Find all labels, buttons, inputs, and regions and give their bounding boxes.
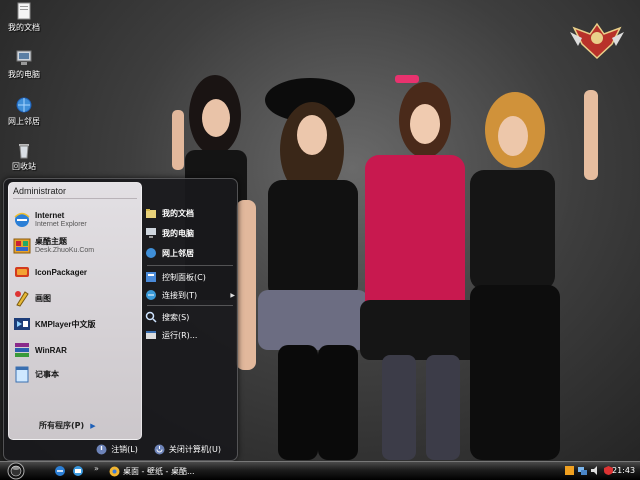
iconpackager-icon [15, 267, 29, 277]
run-icon [146, 331, 156, 339]
start-button[interactable] [5, 462, 27, 480]
theme-app-icon [13, 238, 31, 254]
browser-icon [109, 466, 120, 476]
desktop-icon-label: 我的电脑 [8, 70, 40, 79]
winrar-icon [15, 343, 29, 357]
program-name: IconPackager [35, 267, 88, 277]
internet-explorer-icon[interactable] [54, 465, 66, 477]
program-subtitle: Internet Explorer [35, 221, 87, 228]
desktop-icon-label: 回收站 [12, 162, 36, 171]
places-item-run[interactable]: 运行(R)... [145, 327, 235, 343]
all-programs-button[interactable]: 所有程序(P) ▶ [39, 420, 96, 431]
taskbar-clock[interactable]: 21:43 [612, 466, 635, 475]
program-kmplayer[interactable]: KMPlayer中文版 [13, 313, 141, 335]
places-item-label: 控制面板(C) [162, 272, 206, 282]
program-name: 记事本 [35, 369, 59, 379]
divider [147, 265, 233, 266]
wallpaper-figure-4 [470, 90, 598, 460]
start-menu-programs-pane: Administrator Internet Internet Explorer… [8, 182, 142, 440]
places-item-search[interactable]: 搜索(S) [145, 309, 235, 325]
desktop-icon-label: 网上邻居 [8, 117, 40, 126]
start-menu-footer: 注销(L) 关闭计算机(U) [4, 438, 237, 460]
notepad-icon [15, 366, 29, 383]
places-item-my-computer[interactable]: 我的电脑 [145, 225, 235, 241]
program-iconpackager[interactable]: IconPackager [13, 261, 141, 283]
program-subtitle: Desk.ZhuoKu.Com [35, 247, 95, 254]
places-item-my-documents[interactable]: 我的文档 [145, 205, 235, 221]
my-computer-icon [16, 50, 32, 65]
program-name: KMPlayer中文版 [35, 319, 96, 329]
program-paint[interactable]: 画图 [13, 287, 141, 309]
program-name: 画图 [35, 293, 51, 303]
places-item-label: 运行(R)... [162, 330, 198, 340]
tray-app-icon[interactable] [564, 465, 575, 476]
user-name: Administrator [13, 186, 67, 196]
system-tray [564, 465, 614, 476]
network-icon [146, 248, 156, 258]
wallpaper-figure-2 [258, 78, 368, 460]
places-item-network[interactable]: 网上邻居 [145, 245, 235, 261]
connect-icon [146, 290, 156, 300]
places-item-connect-to[interactable]: 连接到(T) ▶ [145, 287, 235, 303]
program-internet-explorer[interactable]: Internet Internet Explorer [13, 209, 141, 231]
places-item-label: 网上邻居 [162, 248, 194, 258]
desktop-icon-my-computer[interactable]: 我的电脑 [2, 49, 46, 89]
places-item-control-panel[interactable]: 控制面板(C) [145, 269, 235, 285]
all-programs-label: 所有程序(P) [39, 421, 85, 430]
start-menu: Administrator Internet Internet Explorer… [3, 178, 238, 461]
network-places-icon [16, 97, 32, 113]
desktop-icon-recycle-bin[interactable]: 回收站 [2, 141, 46, 181]
logoff-icon [96, 444, 107, 454]
quick-launch-more-button[interactable]: » [94, 464, 99, 473]
computer-icon [146, 228, 156, 238]
volume-icon[interactable] [590, 465, 601, 476]
divider [147, 305, 233, 306]
wallpaper-figure-3 [360, 75, 480, 460]
program-theme-app[interactable]: 桌酷主题 Desk.ZhuoKu.Com [13, 235, 141, 257]
program-winrar[interactable]: WinRAR [13, 339, 141, 361]
power-icon [154, 444, 165, 454]
taskbar-window-label: 桌面 - 壁纸 - 桌酷... [123, 466, 195, 476]
folder-icon [146, 209, 156, 218]
network-status-icon[interactable] [577, 465, 588, 476]
program-name: WinRAR [35, 345, 67, 355]
desktop-icon-my-documents[interactable]: 我的文档 [2, 2, 46, 42]
desktop-icon-network-places[interactable]: 网上邻居 [2, 96, 46, 136]
places-item-label: 搜索(S) [162, 312, 190, 322]
control-panel-icon [146, 272, 156, 282]
taskbar: » 桌面 - 壁纸 - 桌酷... 21:43 [0, 461, 640, 480]
kmplayer-icon [14, 318, 30, 330]
submenu-arrow-icon: ▶ [230, 291, 235, 299]
quick-launch-bar [54, 465, 84, 477]
divider [13, 198, 137, 199]
recycle-bin-icon [19, 144, 29, 159]
places-item-label: 连接到(T) [162, 290, 198, 300]
search-icon [145, 311, 157, 323]
places-item-label: 我的文档 [162, 208, 194, 218]
taskbar-window-button[interactable]: 桌面 - 壁纸 - 桌酷... [106, 463, 206, 479]
program-name: Internet [35, 211, 65, 220]
arrow-right-icon: ▶ [90, 421, 96, 430]
places-item-label: 我的电脑 [162, 228, 194, 238]
show-desktop-icon[interactable] [72, 465, 84, 477]
desktop-icon-label: 我的文档 [8, 23, 40, 32]
program-notepad[interactable]: 记事本 [13, 363, 141, 385]
logoff-button[interactable]: 注销(L) [96, 444, 138, 455]
paint-icon [15, 291, 29, 307]
shutdown-label: 关闭计算机(U) [168, 444, 221, 454]
logoff-label: 注销(L) [111, 444, 138, 454]
internet-explorer-icon [14, 212, 30, 227]
shutdown-button[interactable]: 关闭计算机(U) [154, 444, 221, 455]
brand-emblem-icon [570, 22, 624, 60]
my-documents-icon [17, 2, 31, 20]
program-name: 桌酷主题 [35, 237, 67, 246]
